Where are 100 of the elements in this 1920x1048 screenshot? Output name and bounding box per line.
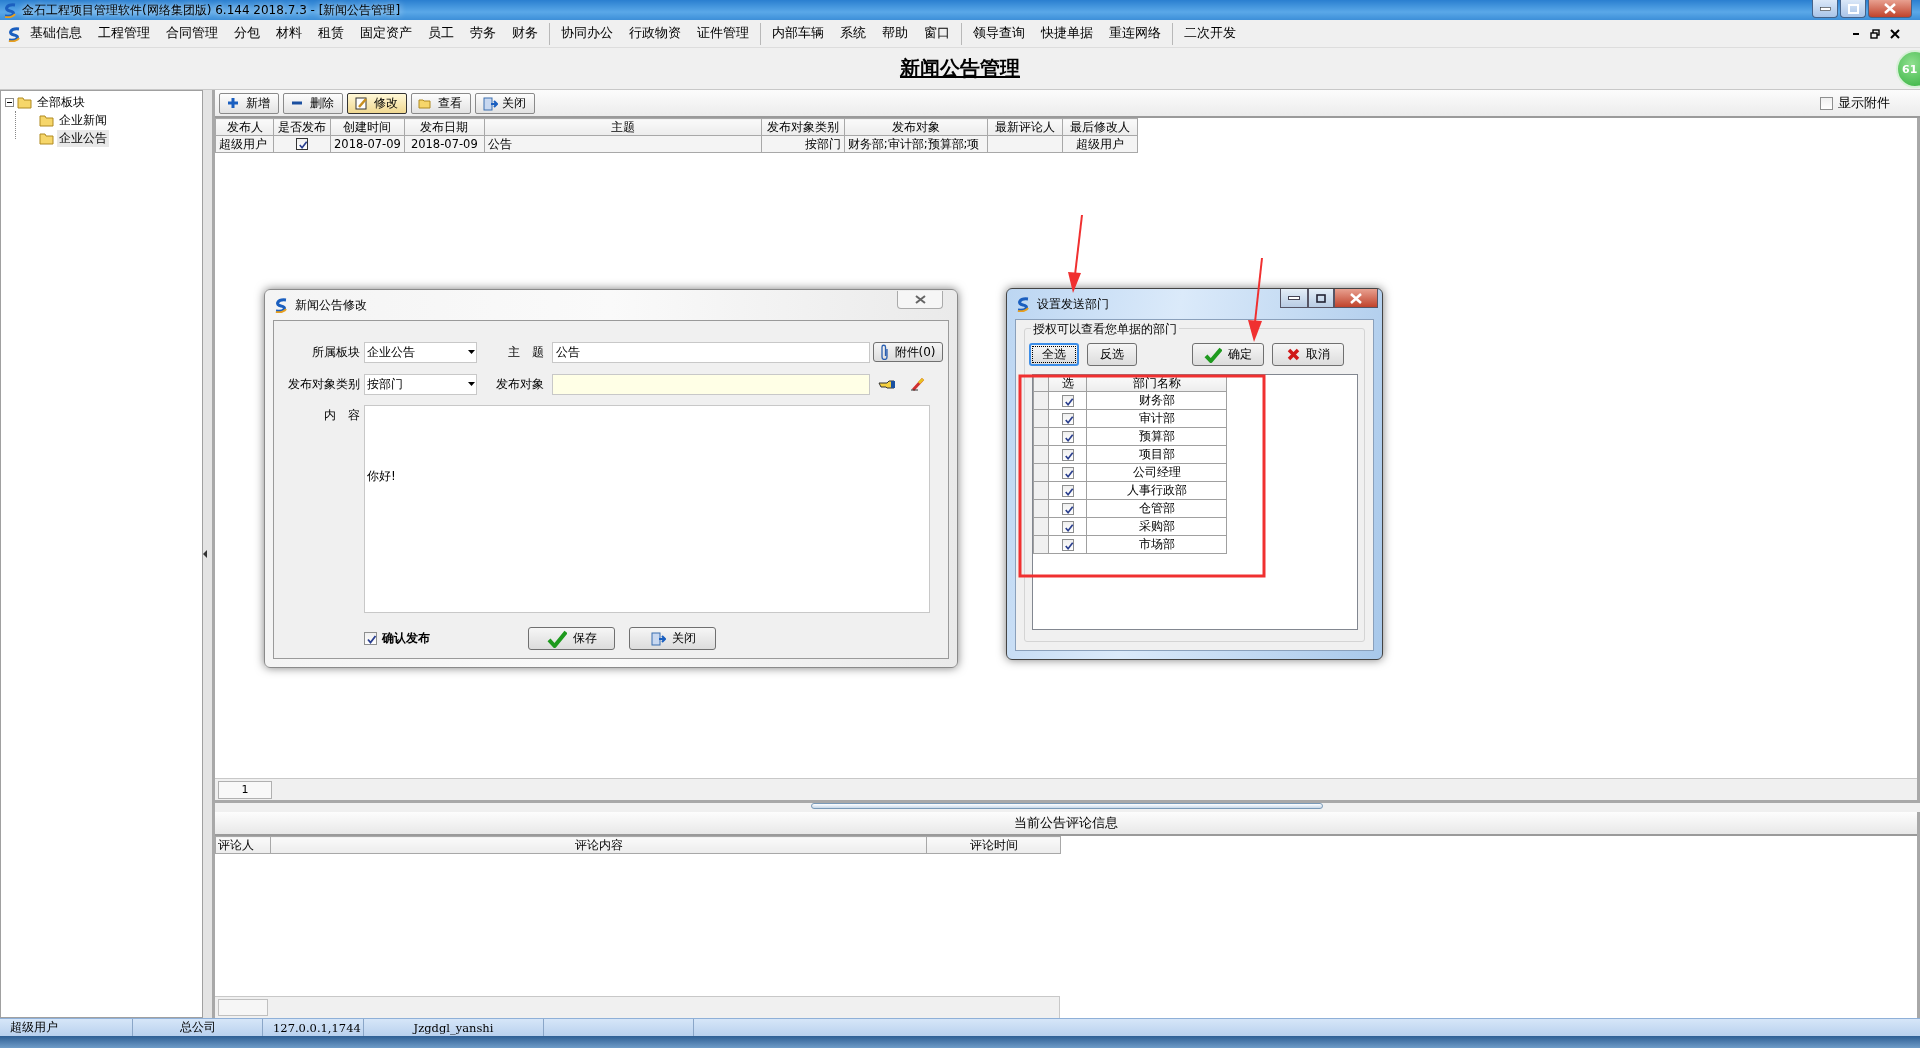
menu-item[interactable]: 帮助 [874, 25, 916, 42]
checkbox[interactable] [1820, 96, 1833, 110]
exit-door-icon [649, 630, 666, 647]
table-cell: 公司经理 [1086, 463, 1227, 482]
toolbar-button[interactable]: 关闭 [475, 92, 535, 114]
checkbox[interactable] [1061, 502, 1074, 515]
column-header[interactable]: 最后修改人 [1062, 118, 1138, 136]
dialog-button[interactable]: 取消 [1272, 343, 1344, 366]
maximize-button[interactable] [1840, 0, 1866, 18]
menu-item[interactable]: 固定资产 [352, 25, 420, 42]
folder-icon [39, 113, 54, 127]
collapse-arrow-icon[interactable] [203, 550, 208, 558]
tree-item[interactable]: 全部板块 [35, 93, 87, 111]
minimize-button[interactable] [1280, 289, 1308, 308]
input-field[interactable] [552, 373, 870, 395]
column-header[interactable]: 评论人 [215, 836, 271, 854]
field-label: 主 题 [507, 343, 545, 361]
panel-title: 当前公告评论信息 [215, 812, 1917, 836]
checkbox[interactable] [1061, 430, 1074, 443]
menu-item[interactable]: 分包 [226, 25, 268, 42]
field-label: 发布对象 [495, 375, 545, 393]
checkbox[interactable] [1061, 520, 1074, 533]
attachment-button[interactable]: 附件(0) [873, 342, 943, 362]
app-logo-icon [6, 25, 22, 42]
checkbox[interactable] [1061, 412, 1074, 425]
menu-item[interactable]: 劳务 [462, 25, 504, 42]
toolbar-button[interactable]: 查看 [411, 92, 471, 114]
maximize-button[interactable] [1308, 289, 1334, 308]
menu-item[interactable]: 协同办公 [553, 25, 621, 42]
page-title: 新闻公告管理 [900, 55, 1020, 82]
eraser-icon[interactable] [910, 376, 926, 392]
restore-button[interactable] [1870, 28, 1880, 39]
splitter-handle[interactable] [811, 803, 1323, 809]
menu-item[interactable]: 窗口 [916, 25, 958, 42]
menu-item[interactable]: 材料 [268, 25, 310, 42]
close-button[interactable] [1890, 28, 1900, 39]
dialog-button[interactable]: 全选 [1029, 343, 1079, 366]
field-label: 所属板块 [311, 343, 361, 361]
collapse-icon[interactable] [5, 97, 14, 107]
close-icon [914, 295, 926, 304]
dialog-title: 设置发送部门 [1037, 295, 1109, 313]
column-header[interactable]: 主题 [484, 118, 762, 136]
menu-item[interactable]: 快捷单据 [1033, 25, 1101, 42]
app-logo-icon [2, 2, 18, 18]
menu-item[interactable]: 领导查询 [965, 25, 1033, 42]
toolbar-button[interactable]: 新增 [219, 92, 279, 114]
dialog-button[interactable]: 关闭 [629, 627, 716, 650]
edit-icon [354, 95, 370, 111]
field-label: 发布对象类别 [287, 375, 361, 393]
menu-item[interactable]: 合同管理 [158, 25, 226, 42]
minimize-button[interactable] [1852, 32, 1860, 35]
menu-item[interactable]: 内部车辆 [764, 25, 832, 42]
menu-item[interactable]: 员工 [420, 25, 462, 42]
column-header[interactable]: 发布日期 [404, 118, 485, 136]
minimize-button[interactable] [1812, 0, 1838, 18]
menu-item[interactable]: 二次开发 [1176, 25, 1244, 42]
checkbox[interactable] [1061, 466, 1074, 479]
column-header[interactable]: 创建时间 [330, 118, 405, 136]
menu-item[interactable]: 租赁 [310, 25, 352, 42]
checkbox[interactable] [296, 138, 308, 150]
checkbox[interactable] [1061, 394, 1074, 407]
menu-item[interactable]: 财务 [504, 25, 546, 42]
column-header[interactable]: 最新评论人 [987, 118, 1063, 136]
close-button[interactable] [1334, 289, 1378, 308]
dialog-button[interactable]: 确定 [1192, 343, 1264, 366]
checkbox[interactable] [364, 632, 377, 645]
menu-item[interactable]: 基础信息 [22, 25, 90, 42]
menu-item[interactable]: 重连网络 [1101, 25, 1169, 42]
app-logo-icon [1015, 296, 1031, 312]
input-field[interactable]: 公告 [552, 341, 870, 363]
minimize-icon [1288, 295, 1300, 301]
column-header[interactable]: 发布对象类别 [761, 118, 845, 136]
dropdown[interactable]: 企业公告 [364, 341, 477, 363]
checkbox[interactable] [1061, 448, 1074, 461]
column-header[interactable]: 是否发布 [273, 118, 331, 136]
checkbox[interactable] [1061, 538, 1074, 551]
tree-item[interactable]: 企业新闻 [57, 111, 109, 129]
menu-item[interactable]: 系统 [832, 25, 874, 42]
menu-item[interactable]: 行政物资 [621, 25, 689, 42]
pointing-hand-icon[interactable] [878, 378, 896, 390]
column-header[interactable]: 发布人 [215, 118, 274, 136]
close-button[interactable] [1868, 0, 1912, 18]
column-header[interactable]: 发布对象 [844, 118, 988, 136]
maximize-icon [1847, 3, 1859, 14]
dialog-button[interactable]: 保存 [528, 627, 615, 650]
toolbar-button[interactable]: 修改 [347, 92, 407, 114]
column-header[interactable]: 评论内容 [270, 836, 927, 854]
dialog-button[interactable]: 反选 [1087, 343, 1137, 366]
toolbar-button[interactable]: 删除 [283, 92, 343, 114]
group-label: 授权可以查看您单据的部门 [1031, 321, 1179, 338]
content-textarea[interactable]: 你好! [364, 405, 930, 613]
checkbox[interactable] [1061, 484, 1074, 497]
tree-item[interactable]: 企业公告 [57, 129, 109, 147]
table-cell: 人事行政部 [1086, 481, 1227, 500]
menu-item[interactable]: 工程管理 [90, 25, 158, 42]
close-icon [1890, 28, 1900, 39]
column-header[interactable]: 评论时间 [926, 836, 1061, 854]
menu-item[interactable]: 证件管理 [689, 25, 757, 42]
close-icon [1884, 3, 1896, 14]
dropdown[interactable]: 按部门 [364, 373, 477, 395]
